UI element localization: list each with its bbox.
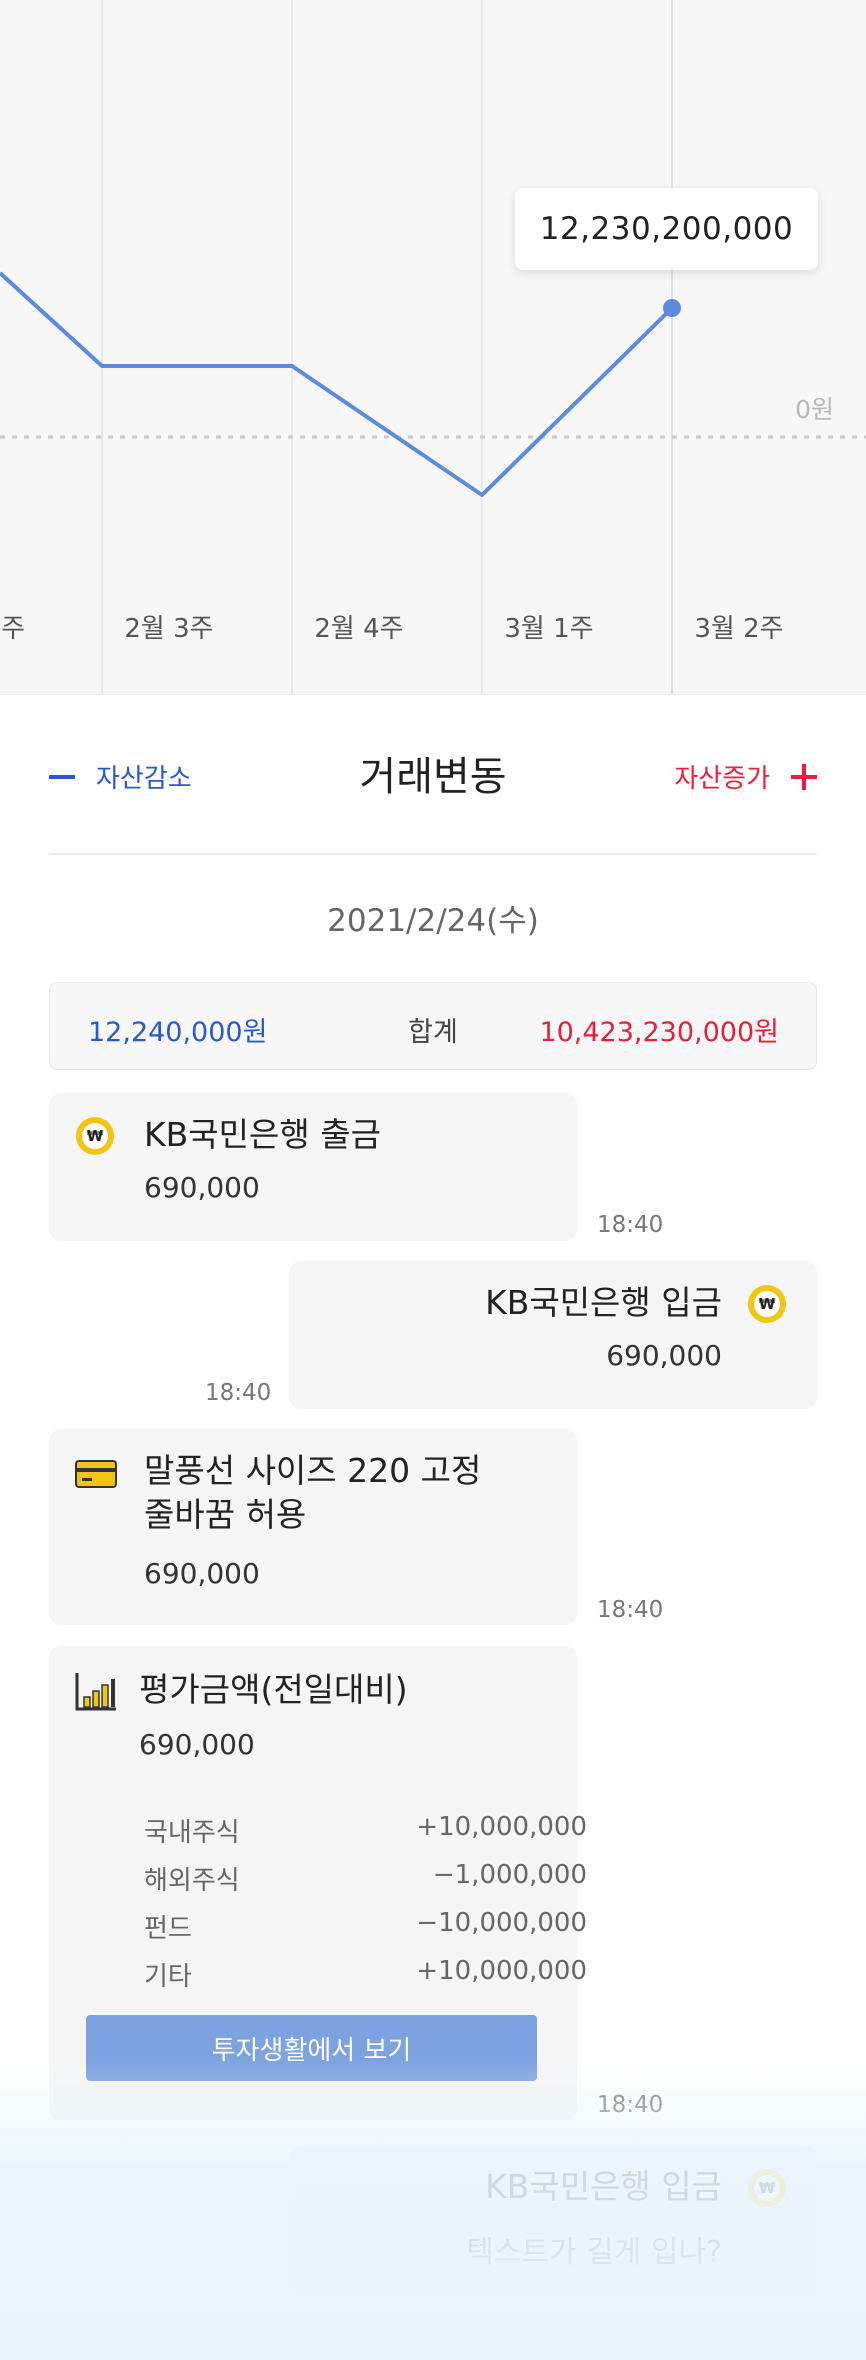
transaction-title-line1: 말풍선 사이즈 220 고정 <box>144 1451 482 1490</box>
date-heading: 2021/2/24(수) <box>327 903 539 939</box>
transaction-subtitle: 텍스트가 길게 입나? <box>466 2235 722 2270</box>
won-coin-icon: ₩ <box>76 1117 114 1155</box>
x-tick-label: 주 <box>1 614 25 644</box>
x-tick-label[interactable]: 3월 2주 <box>644 608 834 645</box>
transaction-card[interactable]: ₩ KB국민은행 출금 690,000 <box>49 1093 577 1241</box>
transaction-amount: 690,000 <box>144 1171 260 1204</box>
transaction-time: 18:40 <box>597 1212 664 1238</box>
x-tick-label[interactable]: 2월 4주 <box>264 608 454 645</box>
selected-point[interactable] <box>663 299 681 317</box>
x-tick-label[interactable]: 2월 3주 <box>74 608 264 645</box>
asset-increase-label: 자산증가 <box>674 764 770 794</box>
x-tick-label[interactable]: 3월 1주 <box>454 608 644 645</box>
detail-value: +10,000,000 <box>416 1812 587 1842</box>
credit-card-icon <box>75 1460 117 1488</box>
view-investment-button[interactable]: 투자생활에서 보기 <box>86 2015 537 2081</box>
transaction-card[interactable]: ₩ KB국민은행 입금 텍스트가 길게 입나? <box>289 2145 817 2295</box>
transaction-title-line2: 줄바꿈 허용 <box>144 1495 307 1534</box>
transaction-amount: 690,000 <box>139 1728 255 1761</box>
detail-label: 기타 <box>144 1962 192 1992</box>
asset-increase-legend[interactable]: 자산증가 <box>674 758 817 795</box>
detail-label: 펀드 <box>144 1914 192 1944</box>
value-tooltip: 12,230,200,000 <box>515 188 818 270</box>
transaction-title: KB국민은행 입금 <box>485 2167 722 2206</box>
won-coin-icon: ₩ <box>748 2169 786 2207</box>
won-coin-icon: ₩ <box>748 1285 786 1323</box>
detail-label: 국내주식 <box>144 1818 240 1848</box>
asset-chart: 12,230,200,000 0원 주 2월 3주 2월 4주 3월 1주 3월… <box>0 0 866 695</box>
transaction-card[interactable]: ₩ KB국민은행 입금 690,000 <box>289 1261 817 1409</box>
summary-box: 12,240,000원 합계 10,423,230,000원 <box>49 982 817 1070</box>
transaction-time: 18:40 <box>597 1597 664 1623</box>
increase-total: 10,423,230,000원 <box>539 1017 779 1048</box>
detail-value: −1,000,000 <box>432 1860 587 1890</box>
transaction-card[interactable]: 말풍선 사이즈 220 고정 줄바꿈 허용 690,000 <box>49 1429 577 1625</box>
plus-icon <box>791 763 817 790</box>
detail-value: +10,000,000 <box>416 1956 587 1986</box>
investment-card: 평가금액(전일대비) 690,000 국내주식 +10,000,000 해외주식… <box>49 1646 587 2120</box>
transaction-time: 18:40 <box>205 1380 272 1406</box>
detail-label: 해외주식 <box>144 1866 240 1896</box>
transaction-amount: 690,000 <box>144 1557 260 1590</box>
series-line <box>0 271 674 497</box>
transaction-title: KB국민은행 입금 <box>485 1283 722 1322</box>
detail-value: −10,000,000 <box>416 1908 587 1938</box>
transaction-amount: 690,000 <box>606 1339 722 1372</box>
bar-chart-icon <box>75 1673 116 1711</box>
transaction-title: KB국민은행 출금 <box>144 1115 381 1154</box>
transaction-title: 평가금액(전일대비) <box>139 1670 408 1709</box>
transaction-header: 자산감소 거래변동 자산증가 <box>49 744 817 816</box>
transaction-time: 18:40 <box>597 2092 664 2118</box>
chart-canvas <box>0 0 866 694</box>
divider <box>49 853 817 855</box>
zero-axis-label: 0원 <box>795 395 834 424</box>
